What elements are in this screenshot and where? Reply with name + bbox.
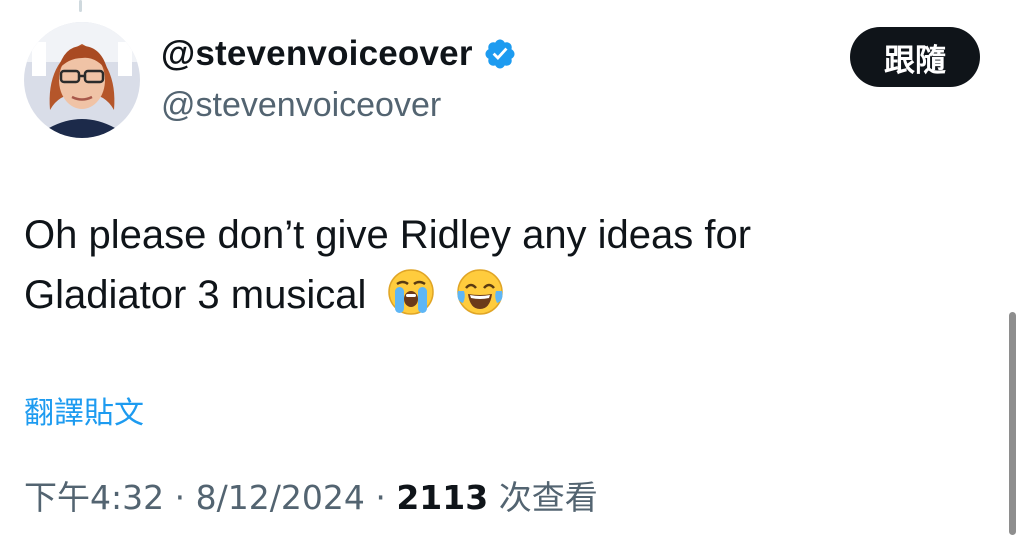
follow-button[interactable]: 跟隨: [850, 27, 980, 87]
face-with-tears-of-joy-icon: [456, 269, 503, 315]
tweet-metadata: 下午4:32 · 8/12/2024 · 2113 次查看: [24, 471, 598, 519]
translate-post-link[interactable]: 翻譯貼文: [24, 388, 144, 432]
meta-separator: ·: [174, 478, 186, 517]
author-handle[interactable]: @stevenvoiceover: [161, 86, 441, 125]
tweet-time[interactable]: 下午4:32: [24, 478, 164, 517]
views-label: 次查看: [498, 478, 598, 517]
tweet-text-line-2: Gladiator 3 musical: [24, 273, 367, 317]
verified-badge-icon: [485, 39, 515, 69]
author-display-name[interactable]: @stevenvoiceover: [161, 34, 473, 74]
avatar[interactable]: [24, 22, 140, 138]
meta-separator: ·: [375, 478, 386, 517]
thread-connector-line: [79, 0, 82, 12]
views-count[interactable]: 2113: [396, 478, 488, 517]
scrollbar[interactable]: [1009, 312, 1016, 535]
avatar-image: [24, 22, 140, 138]
author-name-row: @stevenvoiceover: [161, 34, 517, 74]
tweet-date[interactable]: 8/12/2024: [196, 478, 365, 517]
tweet-text: Oh please don’t give Ridley any ideas fo…: [24, 205, 964, 325]
loudly-crying-face-icon: [387, 269, 434, 315]
tweet-text-line-1: Oh please don’t give Ridley any ideas fo…: [24, 213, 752, 257]
